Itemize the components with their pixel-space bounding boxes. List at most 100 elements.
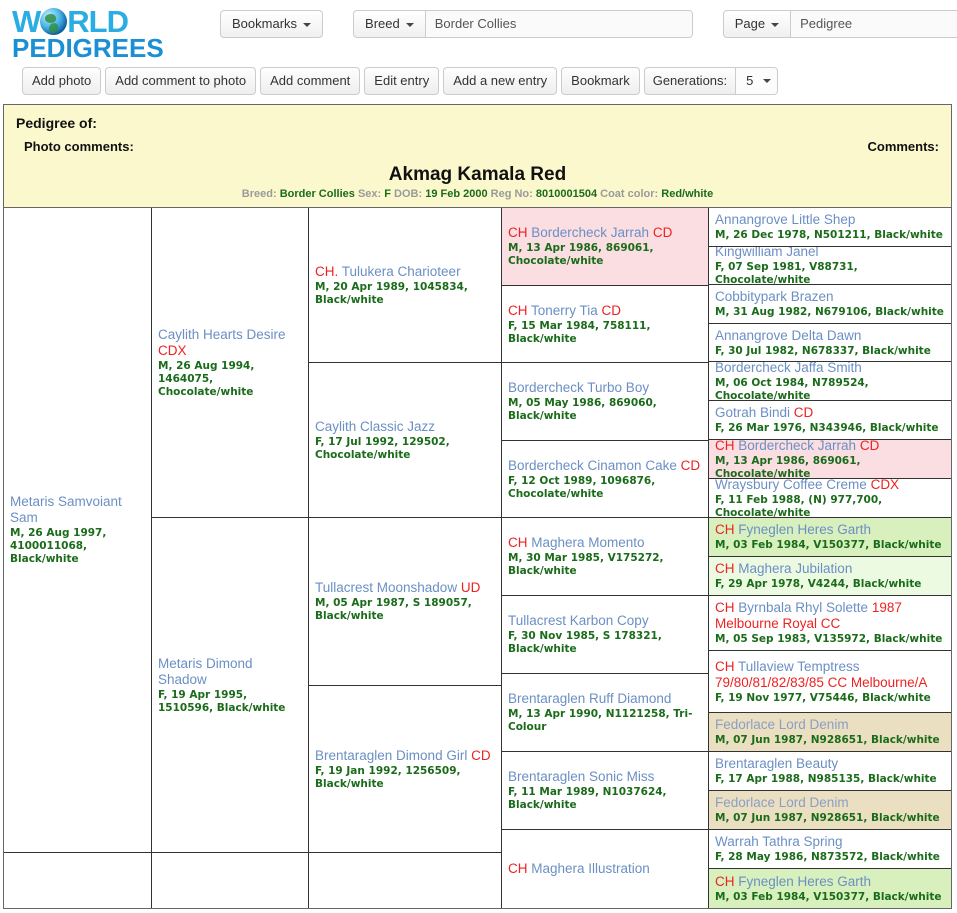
pedigree-cell-gen4-7[interactable]: Brentaraglen Sonic Miss F, 11 Mar 1989, N… (502, 752, 708, 830)
dog-name[interactable]: Annangrove Delta Dawn (715, 328, 945, 344)
pedigree-cell-gen5-2[interactable]: Cobbitypark Brazen M, 31 Aug 1982, N67910… (709, 285, 951, 324)
dog-name[interactable]: Metaris Samvoiant Sam (10, 494, 145, 526)
bookmarks-dropdown-button[interactable]: Bookmarks (220, 10, 324, 38)
pedigree-cell-gen4-2[interactable]: Bordercheck Turbo Boy M, 05 May 1986, 869… (502, 363, 708, 441)
add-comment-to-photo-button[interactable]: Add comment to photo (105, 67, 257, 95)
dog-name[interactable]: Cobbitypark Brazen (715, 289, 945, 305)
dog-name[interactable]: Brentaraglen Sonic Miss (508, 769, 702, 785)
add-comment-button[interactable]: Add comment (260, 67, 361, 95)
title-prefix: CH (715, 658, 739, 674)
pedigree-cell-gen5-6[interactable]: CH Bordercheck Jarrah CD M, 13 Apr 1986, … (709, 440, 951, 479)
pedigree-header-band: Pedigree of: Photo comments: Comments: A… (4, 105, 951, 208)
dog-meta: M, 07 Jun 1987, N928651, Black/white (715, 734, 940, 746)
pedigree-cell-gen3-3[interactable]: Brentaraglen Dimond Girl CD F, 19 Jan 199… (309, 686, 501, 853)
dog-name-text: Bordercheck Cinamon Cake (508, 457, 677, 473)
dog-name[interactable]: CH Bordercheck Jarrah CD (715, 440, 945, 454)
pedigree-cell-gen5-16[interactable]: CH Fyneglen Heres Garth M, 03 Feb 1984, V… (709, 869, 951, 908)
dog-name[interactable]: Brentaraglen Dimond Girl CD (315, 748, 495, 764)
pedigree-cell-gen2-0[interactable]: Caylith Hearts Desire CDX M, 26 Aug 1994,… (152, 208, 308, 518)
dog-name[interactable]: Caylith Hearts Desire CDX (158, 327, 302, 359)
dog-name[interactable]: CH Maghera Jubilation (715, 561, 945, 577)
dog-meta: F, 12 Oct 1989, 1096876, Chocolate/white (508, 474, 656, 500)
dog-name[interactable]: Brentaraglen Ruff Diamond (508, 691, 702, 707)
pedigree-cell-gen5-5[interactable]: Gotrah Bindi CD F, 26 Mar 1976, N343946, … (709, 401, 951, 440)
pedigree-cell-gen5-0[interactable]: Annangrove Little Shep M, 26 Dec 1978, N5… (709, 208, 951, 247)
dog-name[interactable]: Brentaraglen Beauty (715, 756, 945, 772)
title-suffix: CD (676, 457, 701, 473)
pedigree-cell-gen2-1[interactable]: Metaris Dimond Shadow F, 19 Apr 1995, 151… (152, 518, 308, 853)
dog-name[interactable]: CH. Tulukera Charioteer (315, 264, 495, 280)
dog-name-text: Brentaraglen Ruff Diamond (508, 691, 672, 706)
title-suffix: CDX (866, 479, 900, 492)
dog-name[interactable]: CH Fyneglen Heres Garth (715, 874, 945, 890)
dog-name[interactable]: Bordercheck Jaffa Smith (715, 362, 945, 376)
dog-name[interactable]: CH Bordercheck Jarrah CD (508, 225, 702, 241)
pedigree-cell-gen3-4 (309, 853, 501, 908)
dog-name[interactable]: CH Fyneglen Heres Garth (715, 522, 945, 538)
dog-name[interactable]: Bordercheck Turbo Boy (508, 380, 702, 396)
pedigree-cell-gen5-3[interactable]: Annangrove Delta Dawn F, 30 Jul 1982, N67… (709, 324, 951, 362)
pedigree-cell-gen5-13[interactable]: Brentaraglen Beauty F, 17 Apr 1988, N9851… (709, 752, 951, 791)
page-input[interactable]: Pedigree (791, 10, 957, 38)
title-suffix: CD (467, 747, 491, 763)
add-photo-button[interactable]: Add photo (22, 67, 102, 95)
pedigree-cell-gen5-14[interactable]: Fedorlace Lord Denim M, 07 Jun 1987, N928… (709, 791, 951, 830)
dog-name[interactable]: Fedorlace Lord Denim (715, 717, 945, 733)
pedigree-cell-gen5-10[interactable]: CH Byrnbala Rhyl Solette 1987 Melbourne … (709, 596, 951, 651)
breed-dropdown-button[interactable]: Breed (353, 10, 426, 38)
dog-name[interactable]: CH Maghera Momento (508, 535, 702, 551)
pedigree-cell-gen4-6[interactable]: Brentaraglen Ruff Diamond M, 13 Apr 1990,… (502, 674, 708, 752)
generations-select[interactable]: 5 (735, 68, 778, 94)
dog-name[interactable]: Wraysbury Coffee Creme CDX (715, 479, 945, 493)
comments-label: Comments: (867, 139, 939, 154)
title-suffix: CD (649, 225, 673, 240)
pedigree-cell-gen5-15[interactable]: Warrah Tathra Spring F, 28 May 1986, N873… (709, 830, 951, 869)
dog-name[interactable]: CH Byrnbala Rhyl Solette 1987 Melbourne … (715, 600, 945, 632)
dog-name-text: Fedorlace Lord Denim (715, 795, 849, 810)
dog-name[interactable]: Kingwilliam Janel (715, 247, 945, 260)
dog-name[interactable]: CH Tonerry Tia CD (508, 303, 702, 319)
dog-name[interactable]: Tullacrest Moonshadow UD (315, 580, 495, 596)
action-toolbar: Add photo Add comment to photo Add comme… (0, 64, 957, 98)
dog-name[interactable]: CH Tullaview Temptress 79/80/81/82/83/85… (715, 659, 945, 691)
dog-name[interactable]: Warrah Tathra Spring (715, 834, 945, 850)
dog-name[interactable]: Metaris Dimond Shadow (158, 656, 302, 688)
pedigree-cell-gen5-7[interactable]: Wraysbury Coffee Creme CDX F, 11 Feb 1988… (709, 479, 951, 518)
dog-name[interactable]: Bordercheck Cinamon Cake CD (508, 458, 702, 474)
dog-meta: F, 26 Mar 1976, N343946, Black/white (715, 422, 939, 434)
dog-name[interactable]: Fedorlace Lord Denim (715, 795, 945, 811)
dog-name-text: Annangrove Delta Dawn (715, 327, 862, 343)
pedigree-cell-gen3-1[interactable]: Caylith Classic Jazz F, 17 Jul 1992, 1295… (309, 363, 501, 518)
pedigree-cell-gen5-1[interactable]: Kingwilliam Janel F, 07 Sep 1981, V88731,… (709, 247, 951, 285)
pedigree-cell-gen5-11[interactable]: CH Tullaview Temptress 79/80/81/82/83/85… (709, 651, 951, 713)
pedigree-cell-gen4-4[interactable]: CH Maghera Momento M, 30 Mar 1985, V17527… (502, 518, 708, 596)
pedigree-cell-gen4-1[interactable]: CH Tonerry Tia CD F, 15 Mar 1984, 758111,… (502, 286, 708, 363)
site-logo[interactable]: W RLD PEDIGREES (12, 6, 190, 64)
dog-name-text: Fedorlace Lord Denim (715, 717, 849, 732)
pedigree-cell-gen5-8[interactable]: CH Fyneglen Heres Garth M, 03 Feb 1984, V… (709, 518, 951, 557)
pedigree-cell-gen3-0[interactable]: CH. Tulukera Charioteer M, 20 Apr 1989, 1… (309, 208, 501, 363)
pedigree-cell-gen4-8[interactable]: CH Maghera Illustration (502, 830, 708, 908)
pedigree-cell-gen3-2[interactable]: Tullacrest Moonshadow UD M, 05 Apr 1987, … (309, 518, 501, 686)
pedigree-cell-gen4-3[interactable]: Bordercheck Cinamon Cake CD F, 12 Oct 198… (502, 441, 708, 518)
top-toolbar: W RLD PEDIGREES Bookmarks Breed Border C… (0, 0, 957, 64)
pedigree-cell-gen4-0[interactable]: CH Bordercheck Jarrah CD M, 13 Apr 1986, … (502, 208, 708, 286)
dog-name-text: Maghera Momento (531, 535, 645, 550)
bookmark-button[interactable]: Bookmark (561, 67, 640, 95)
dog-meta: F, 19 Nov 1977, V75446, Black/white (715, 691, 931, 704)
dog-name[interactable]: Gotrah Bindi CD (715, 405, 945, 421)
add-new-entry-button[interactable]: Add a new entry (443, 67, 558, 95)
page-dropdown-button[interactable]: Page (722, 10, 792, 38)
dog-name-text: Tulukera Charioteer (338, 263, 461, 279)
edit-entry-button[interactable]: Edit entry (364, 67, 440, 95)
pedigree-cell-gen5-12[interactable]: Fedorlace Lord Denim M, 07 Jun 1987, N928… (709, 713, 951, 752)
dog-name[interactable]: CH Maghera Illustration (508, 861, 702, 877)
pedigree-cell-gen5-9[interactable]: CH Maghera Jubilation F, 29 Apr 1978, V42… (709, 557, 951, 596)
dog-name[interactable]: Tullacrest Karbon Copy (508, 613, 702, 629)
pedigree-cell-gen5-4[interactable]: Bordercheck Jaffa Smith M, 06 Oct 1984, N… (709, 362, 951, 401)
pedigree-cell-gen1-0[interactable]: Metaris Samvoiant Sam M, 26 Aug 1997, 410… (4, 208, 151, 853)
pedigree-cell-gen4-5[interactable]: Tullacrest Karbon Copy F, 30 Nov 1985, S … (502, 596, 708, 674)
dog-name[interactable]: Annangrove Little Shep (715, 212, 945, 228)
dog-name[interactable]: Caylith Classic Jazz (315, 419, 495, 435)
breed-input[interactable]: Border Collies (425, 10, 693, 38)
